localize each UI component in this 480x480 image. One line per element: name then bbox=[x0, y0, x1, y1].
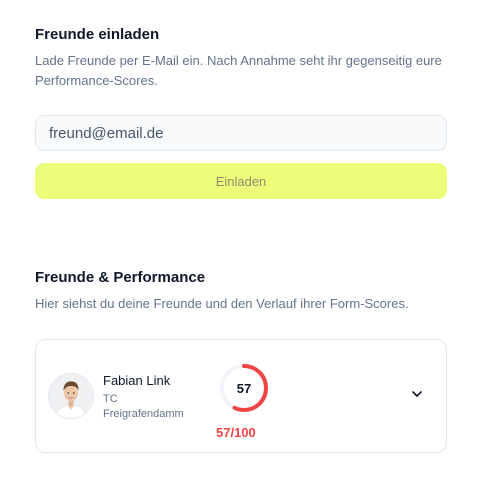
friends-title: Freunde & Performance bbox=[35, 269, 206, 286]
score-gauge: 57 bbox=[220, 364, 268, 412]
invite-input-wrap bbox=[35, 115, 447, 151]
invite-section: Freunde einladen bbox=[35, 26, 447, 43]
avatar-photo bbox=[49, 374, 93, 418]
friends-section: Freunde & Performance bbox=[35, 269, 447, 286]
avatar bbox=[48, 373, 94, 419]
score-label: 57/100 bbox=[216, 425, 256, 440]
invite-description-wrap: Lade Freunde per E-Mail ein. Nach Annahm… bbox=[35, 51, 447, 91]
friends-description-wrap: Hier siehst du deine Freunde und den Ver… bbox=[35, 294, 447, 314]
chevron-down-icon[interactable] bbox=[410, 387, 424, 401]
friend-club-line2: Freigrafendamm bbox=[103, 408, 184, 420]
friend-club: TC Freigrafendamm bbox=[103, 392, 184, 422]
invite-description: Lade Freunde per E-Mail ein. Nach Annahm… bbox=[35, 53, 442, 88]
email-input[interactable] bbox=[35, 115, 447, 151]
score-value: 57 bbox=[237, 381, 251, 396]
invite-title: Freunde einladen bbox=[35, 26, 160, 43]
friend-name: Fabian Link bbox=[103, 373, 171, 388]
invite-button[interactable]: Einladen bbox=[35, 163, 447, 199]
friend-club-line1: TC bbox=[103, 393, 118, 405]
friend-card[interactable]: Fabian Link TC Freigrafendamm 57 57/100 bbox=[35, 339, 447, 453]
invite-button-wrap: Einladen bbox=[35, 163, 447, 199]
friends-description: Hier siehst du deine Freunde und den Ver… bbox=[35, 296, 409, 311]
